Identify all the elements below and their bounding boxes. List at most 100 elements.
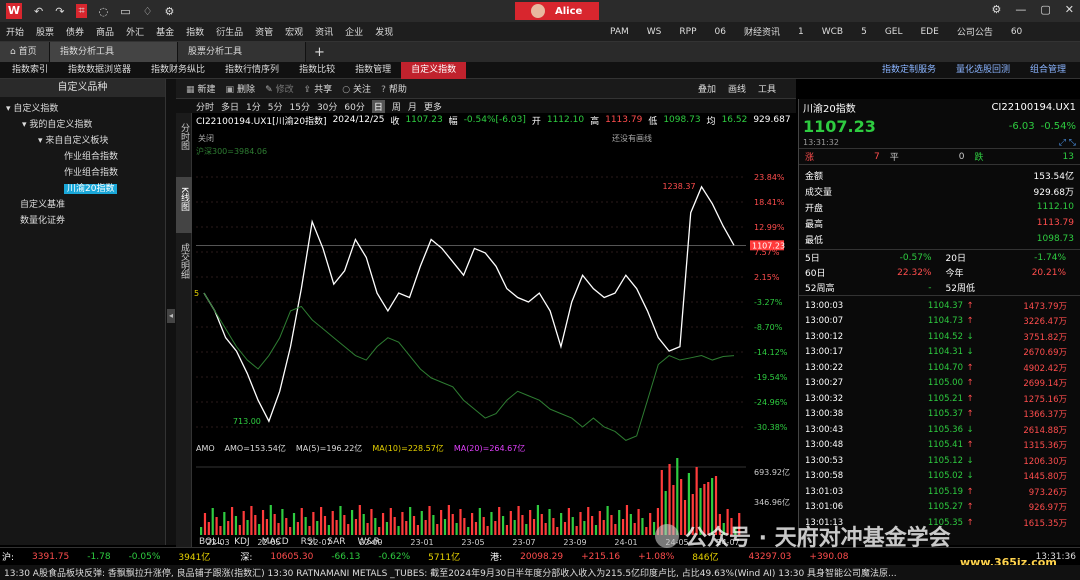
volume-bar (312, 512, 315, 535)
tab-home[interactable]: ⌂ 首页 (0, 42, 50, 62)
news-ticker[interactable]: 13:30 A股食品板块反弹: 香飘飘拉升涨停, 良品铺子跟涨(指数汇) 13:… (0, 565, 1080, 580)
toolbar-share-button[interactable]: ⇪ 共享 (304, 82, 333, 95)
period-tab[interactable]: 多日 (221, 100, 239, 113)
period-tab[interactable]: 1分 (246, 100, 261, 113)
menu-right-item[interactable]: 财经资讯 (744, 25, 780, 38)
indicator-tab[interactable]: SAR (324, 537, 348, 547)
volume-bar (443, 519, 447, 535)
indicator-tab[interactable]: RSI (298, 537, 319, 547)
subtab[interactable]: 指数管理 (345, 62, 401, 79)
chart-tool-right[interactable]: 工具 (758, 82, 776, 95)
volume-bar (323, 516, 327, 535)
toolbar-star-button[interactable]: ○ 关注 (342, 82, 371, 95)
menu-item[interactable]: 指数 (186, 25, 204, 38)
menu-right-item[interactable]: GEL (885, 27, 903, 37)
indicator-tab[interactable]: MACD (259, 537, 292, 547)
toolbar-plus-button[interactable]: ▦ 新建 (186, 82, 216, 95)
tree-item[interactable]: 数量化证券 (0, 213, 165, 229)
toolbar-edit-button[interactable]: ✎ 修改 (265, 82, 294, 95)
menu-item[interactable]: 股票 (36, 25, 54, 38)
settings-icon[interactable]: ⚙ (165, 5, 175, 18)
menu-item[interactable]: 企业 (345, 25, 363, 38)
vtab-intraday[interactable]: 分时图 (176, 113, 193, 167)
undo-icon[interactable]: ↶ (34, 5, 43, 18)
low-label: 低 (648, 116, 658, 127)
expand-icon[interactable]: ⤢ ⤡ (1059, 138, 1076, 148)
menu-right-item[interactable]: PAM (610, 27, 629, 37)
window-settings-icon[interactable]: ⚙ (992, 3, 1002, 16)
tree-item[interactable]: ▾ 自定义指数 (0, 101, 165, 117)
indicator-tab[interactable]: W&R (355, 537, 383, 547)
indicator-tab[interactable]: KDJ (231, 537, 253, 547)
menu-item[interactable]: 基金 (156, 25, 174, 38)
chart-area[interactable]: CI22100194.UX1[川渝20指数] 2024/12/25 收 1107… (192, 113, 796, 547)
menu-right-item[interactable]: 06 (715, 27, 726, 37)
tick-time: 13:00:12 (805, 331, 844, 342)
period-tab[interactable]: 60分 (344, 100, 364, 113)
period-tab[interactable]: 月 (408, 100, 417, 113)
tree-item[interactable]: ▾ 来自自定义板块 (0, 133, 165, 149)
menu-right-item[interactable]: 1 (798, 27, 804, 37)
new-tab-button[interactable]: + (314, 45, 325, 60)
redo-icon[interactable]: ↷ (55, 5, 64, 18)
menu-item[interactable]: 外汇 (126, 25, 144, 38)
subtab-right[interactable]: 指数定制服务 (872, 62, 946, 79)
close-icon[interactable]: ✕ (1065, 3, 1074, 16)
subtab[interactable]: 指数数据浏览器 (58, 62, 141, 79)
menu-item[interactable]: 商品 (96, 25, 114, 38)
period-tab[interactable]: 分时 (196, 100, 214, 113)
crop-icon[interactable]: ⌗ (76, 4, 87, 18)
subtab[interactable]: 自定义指数 (401, 61, 467, 79)
tab-index-tools[interactable]: 指数分析工具 (50, 42, 178, 62)
subtab[interactable]: 指数比较 (289, 62, 345, 79)
toolbar-delete-button[interactable]: ▣ 删除 (226, 82, 256, 95)
flat-count: 0 (958, 151, 965, 162)
menu-item[interactable]: 资讯 (315, 25, 333, 38)
tree-item[interactable]: 作业组合指数 (0, 149, 165, 165)
volume-bar (385, 522, 389, 535)
subtab[interactable]: 指数财务纵比 (141, 62, 215, 79)
subtab[interactable]: 指数行情序列 (215, 62, 289, 79)
menu-item[interactable]: 衍生品 (216, 25, 243, 38)
period-tab[interactable]: 周 (392, 100, 401, 113)
vtab-trades[interactable]: 成交明细 (176, 233, 193, 303)
period-tab[interactable]: 15分 (290, 100, 310, 113)
menu-right-item[interactable]: EDE (921, 27, 939, 37)
menu-item[interactable]: 债券 (66, 25, 84, 38)
tree-item[interactable]: ▾ 我的自定义指数 (0, 117, 165, 133)
vtab-kline[interactable]: K线图 (176, 177, 193, 233)
chart-tool-right[interactable]: 叠加 (698, 82, 716, 95)
tree-item[interactable]: 川渝20指数 (0, 181, 165, 197)
indicator-tab[interactable]: BOLL (196, 537, 225, 547)
chart-tool-right[interactable]: 画线 (728, 82, 746, 95)
bell-icon[interactable]: ♢ (143, 5, 153, 18)
menu-item[interactable]: 资管 (255, 25, 273, 38)
subtab[interactable]: 指数索引 (2, 62, 58, 79)
menu-right-item[interactable]: 5 (861, 27, 867, 37)
menu-item[interactable]: 宏观 (285, 25, 303, 38)
panel-collapse-handle[interactable]: ◂ (166, 79, 176, 545)
tree-item[interactable]: 作业组合指数 (0, 165, 165, 181)
chat-icon[interactable]: ◌ (99, 5, 109, 18)
menu-item[interactable]: 发现 (375, 25, 393, 38)
menu-right-item[interactable]: 60 (1011, 27, 1022, 37)
menu-right-item[interactable]: 公司公告 (957, 25, 993, 38)
toolbar-help-button[interactable]: ? 帮助 (381, 82, 407, 95)
tab-stock-tools[interactable]: 股票分析工具 (178, 42, 306, 62)
menu-right-item[interactable]: WS (647, 27, 662, 37)
menu-right-item[interactable]: RPP (679, 27, 696, 37)
menu-item[interactable]: 开始 (6, 25, 24, 38)
tree-item[interactable]: 自定义基准 (0, 197, 165, 213)
subtab-right[interactable]: 量化选股回测 (946, 62, 1020, 79)
period-tab[interactable]: 5分 (268, 100, 283, 113)
monitor-icon[interactable]: ▭ (120, 5, 130, 18)
maximize-icon[interactable]: ▢ (1040, 3, 1050, 16)
period-tab[interactable]: 更多 (424, 100, 442, 113)
price-chart[interactable]: 23.84%18.41%12.99%7.57%2.15%-3.27%-8.70%… (192, 127, 796, 547)
period-tab[interactable]: 30分 (317, 100, 337, 113)
minimize-icon[interactable]: — (1015, 3, 1026, 16)
user-badge[interactable]: Alice (515, 2, 599, 20)
subtab-right[interactable]: 组合管理 (1020, 62, 1076, 79)
period-tab[interactable]: 日 (371, 99, 385, 113)
menu-right-item[interactable]: WCB (822, 27, 843, 37)
